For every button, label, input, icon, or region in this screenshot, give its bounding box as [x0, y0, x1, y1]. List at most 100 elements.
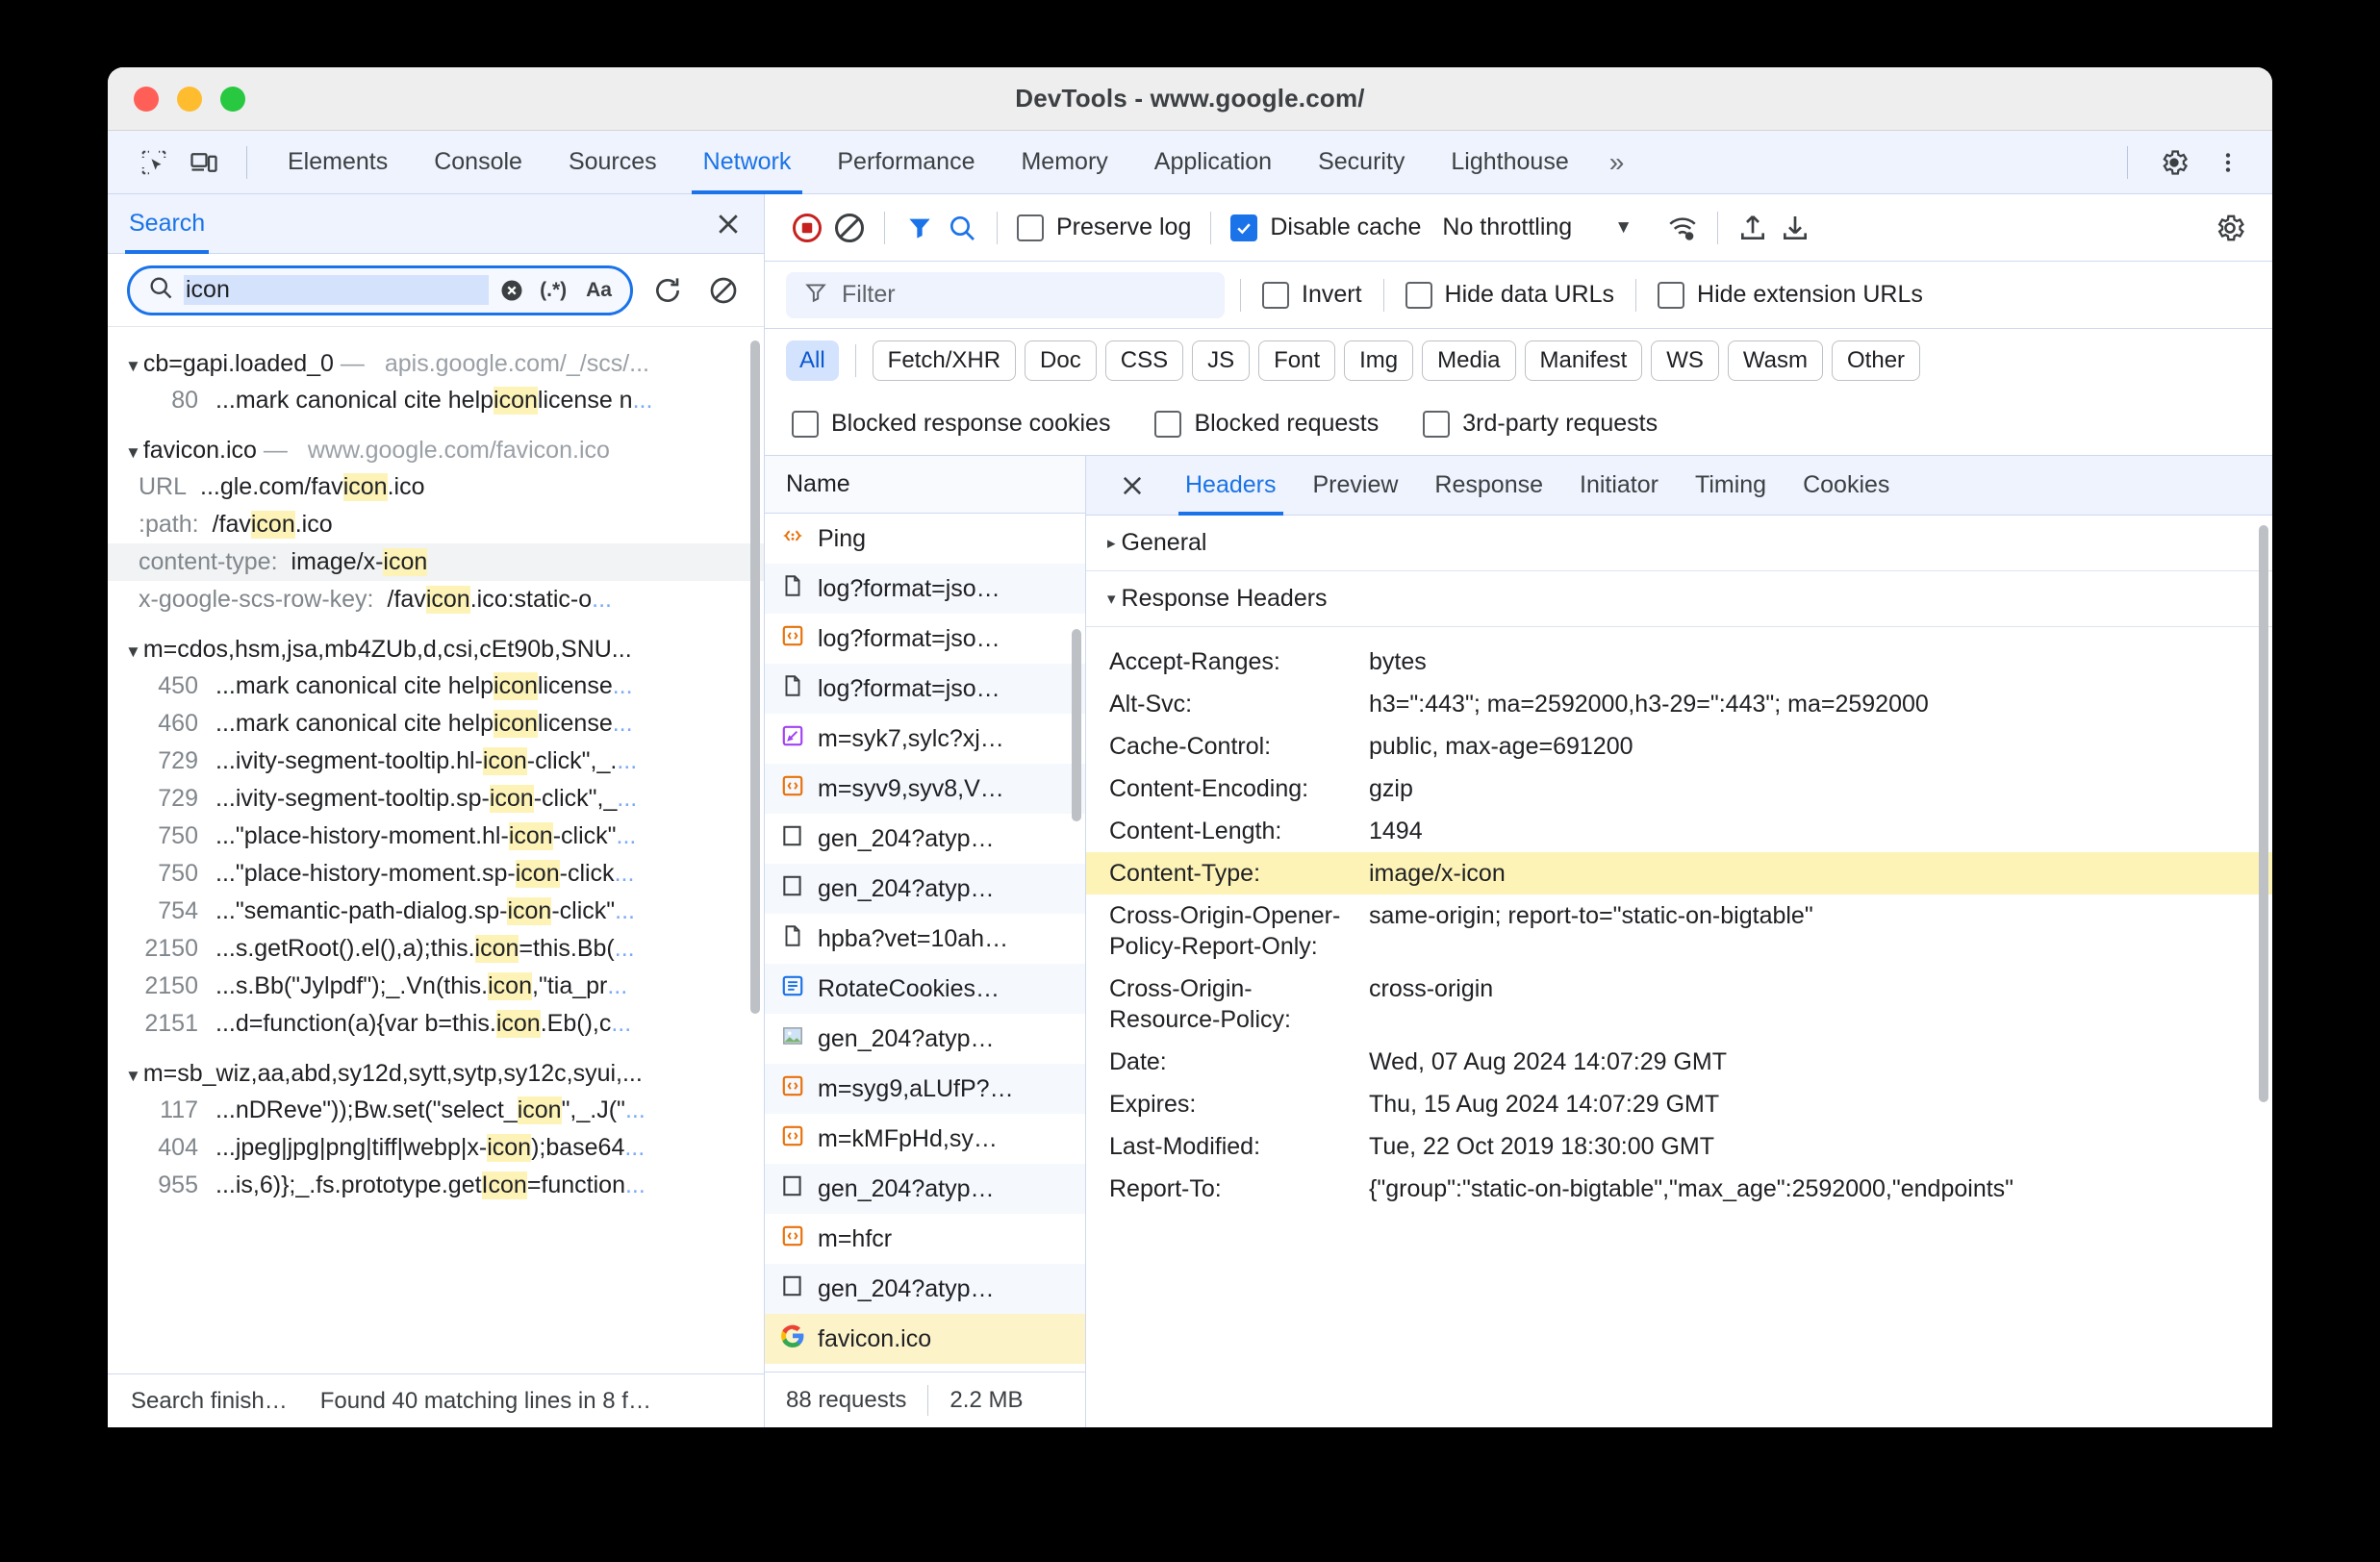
header-row[interactable]: Content-Encoding: gzip	[1086, 768, 2272, 810]
tab-search[interactable]: Search	[124, 194, 210, 254]
tab-sources[interactable]: Sources	[545, 131, 680, 194]
tab-performance[interactable]: Performance	[814, 131, 998, 194]
search-result-line[interactable]: 80 ...mark canonical cite help icon lice…	[108, 382, 764, 419]
table-row[interactable]: m=kMFpHd,sy…	[765, 1114, 1085, 1164]
close-panel-icon[interactable]	[1109, 472, 1155, 499]
search-group-header[interactable]: ▼ cb=gapi.loaded_0 — apis.google.com/_/s…	[108, 346, 764, 382]
third-party-requests-checkbox[interactable]: 3rd-party requests	[1417, 410, 1663, 438]
table-row[interactable]: m=syv9,syv8,V…	[765, 764, 1085, 814]
hide-data-urls-checkbox[interactable]: Hide data URLs	[1400, 281, 1620, 309]
headers-scrollbar[interactable]	[2259, 525, 2268, 1102]
search-result-line[interactable]: 754 ..."semantic-path-dialog.sp-icon -clic…	[108, 893, 764, 930]
inspect-element-icon[interactable]	[129, 138, 179, 188]
header-row[interactable]: Cache-Control: public, max-age=691200	[1086, 725, 2272, 768]
type-filter-wasm[interactable]: Wasm	[1727, 340, 1824, 381]
general-section-header[interactable]: ▸ General	[1086, 516, 2272, 571]
gear-icon[interactable]	[2149, 138, 2199, 188]
search-group-header[interactable]: ▼ m=sb_wiz,aa,abd,sy12d,sytt,sytp,sy12c,…	[108, 1056, 764, 1092]
table-row[interactable]: gen_204?atyp…	[765, 814, 1085, 864]
headers-content[interactable]: ▸ General ▾ Response Headers Accept-Rang…	[1086, 516, 2272, 1427]
search-result-line[interactable]: 450 ...mark canonical cite help icon lice…	[108, 668, 764, 705]
header-row[interactable]: Cross-Origin-Opener-Policy-Report-Only: s…	[1086, 894, 2272, 968]
response-headers-section-header[interactable]: ▾ Response Headers	[1086, 571, 2272, 627]
search-result-line[interactable]: 2150 ...s.getRoot().el(),a);this. icon =thi…	[108, 930, 764, 968]
header-row[interactable]: Expires: Thu, 15 Aug 2024 14:07:29 GMT	[1086, 1083, 2272, 1125]
request-list-scrollbar[interactable]	[1072, 629, 1081, 821]
record-stop-icon[interactable]	[786, 207, 828, 249]
table-row[interactable]: gen_204?atyp…	[765, 864, 1085, 914]
tab-lighthouse[interactable]: Lighthouse	[1428, 131, 1591, 194]
search-result-line[interactable]: 750 ..."place-history-moment.hl-icon -clic…	[108, 818, 764, 855]
hide-extension-urls-checkbox[interactable]: Hide extension URLs	[1652, 281, 1929, 309]
filter-funnel-icon[interactable]	[899, 207, 941, 249]
header-row[interactable]: Content-Length: 1494	[1086, 810, 2272, 852]
device-toolbar-icon[interactable]	[179, 138, 229, 188]
tab-headers[interactable]: Headers	[1167, 456, 1295, 516]
tab-preview[interactable]: Preview	[1295, 456, 1417, 516]
table-row[interactable]: m=syg9,aLUfP?…	[765, 1064, 1085, 1114]
tab-elements[interactable]: Elements	[265, 131, 411, 194]
request-rows[interactable]: Ping log?format=jso… log?format=jso… log…	[765, 514, 1085, 1372]
table-row[interactable]: log?format=jso…	[765, 564, 1085, 614]
column-header-name[interactable]: Name	[765, 456, 1085, 514]
search-result-line[interactable]: 460 ...mark canonical cite help icon lice…	[108, 705, 764, 743]
type-filter-font[interactable]: Font	[1258, 340, 1336, 381]
type-filter-media[interactable]: Media	[1422, 340, 1516, 381]
filter-input[interactable]: Filter	[786, 271, 1225, 318]
search-result-line[interactable]: 2150 ...s.Bb("Jylpdf");_.Vn(this. icon ,"ti…	[108, 968, 764, 1005]
more-tabs-icon[interactable]: »	[1592, 147, 1642, 178]
table-row[interactable]: RotateCookies…	[765, 964, 1085, 1014]
search-result-line[interactable]: content-type: image/x-icon	[108, 543, 764, 581]
kebab-menu-icon[interactable]	[2203, 138, 2253, 188]
export-har-icon[interactable]	[1774, 207, 1816, 249]
network-conditions-icon[interactable]	[1661, 207, 1704, 249]
type-filter-fetch-xhr[interactable]: Fetch/XHR	[872, 340, 1017, 381]
invert-checkbox[interactable]: Invert	[1256, 281, 1368, 309]
tab-memory[interactable]: Memory	[998, 131, 1130, 194]
search-result-line[interactable]: x-google-scs-row-key: /fav icon .ico:stati…	[108, 581, 764, 618]
search-result-line[interactable]: 2151 ...d=function(a){var b=this. icon .Eb(…	[108, 1005, 764, 1043]
type-filter-css[interactable]: CSS	[1104, 340, 1184, 381]
blocked-requests-checkbox[interactable]: Blocked requests	[1149, 410, 1384, 438]
header-row[interactable]: Alt-Svc: h3=":443"; ma=2592000,h3-29=":44…	[1086, 683, 2272, 725]
table-row[interactable]: gen_204?atyp…	[765, 1164, 1085, 1214]
tab-cookies[interactable]: Cookies	[1785, 456, 1908, 516]
import-har-icon[interactable]	[1732, 207, 1774, 249]
clear-network-icon[interactable]	[828, 207, 871, 249]
blocked-response-cookies-checkbox[interactable]: Blocked response cookies	[786, 410, 1116, 438]
search-group-header[interactable]: ▼ m=cdos,hsm,jsa,mb4ZUb,d,csi,cEt90b,SNU…	[108, 632, 764, 668]
header-row[interactable]: Last-Modified: Tue, 22 Oct 2019 18:30:00 …	[1086, 1125, 2272, 1168]
close-icon[interactable]	[714, 210, 743, 239]
table-row[interactable]: gen_204?atyp…	[765, 1014, 1085, 1064]
header-row[interactable]: Report-To: {"group":"static-on-bigtable",…	[1086, 1168, 2272, 1210]
tab-application[interactable]: Application	[1131, 131, 1295, 194]
search-result-line[interactable]: 117 ...nDReve"));Bw.set("select_ icon ",_.J…	[108, 1092, 764, 1129]
search-results-scrollbar[interactable]	[750, 340, 760, 1014]
table-row[interactable]: favicon.ico	[765, 1314, 1085, 1364]
table-row[interactable]: log?format=jso…	[765, 614, 1085, 664]
clear-search-icon[interactable]	[702, 269, 745, 312]
tab-timing[interactable]: Timing	[1677, 456, 1785, 516]
tab-security[interactable]: Security	[1295, 131, 1428, 194]
search-result-line[interactable]: 729 ...ivity-segment-tooltip.sp-icon -clic…	[108, 780, 764, 818]
refresh-icon[interactable]	[646, 269, 689, 312]
network-settings-gear-icon[interactable]	[2209, 207, 2251, 249]
type-filter-all[interactable]: All	[786, 340, 839, 381]
table-row[interactable]: log?format=jso…	[765, 664, 1085, 714]
header-row[interactable]: Date: Wed, 07 Aug 2024 14:07:29 GMT	[1086, 1041, 2272, 1083]
search-result-line[interactable]: 729 ...ivity-segment-tooltip.hl-icon -clic…	[108, 743, 764, 780]
type-filter-other[interactable]: Other	[1832, 340, 1921, 381]
type-filter-manifest[interactable]: Manifest	[1524, 340, 1643, 381]
table-row[interactable]: hpba?vet=10ah…	[765, 914, 1085, 964]
preserve-log-checkbox[interactable]: Preserve log	[1011, 214, 1197, 241]
table-row[interactable]: gen_204?atyp…	[765, 1264, 1085, 1314]
search-result-line[interactable]: URL ...gle.com/fav icon .ico	[108, 468, 764, 506]
clear-input-icon[interactable]	[498, 277, 525, 304]
search-icon[interactable]	[941, 207, 983, 249]
search-result-line[interactable]: :path: /fav icon .ico	[108, 506, 764, 543]
type-filter-doc[interactable]: Doc	[1025, 340, 1097, 381]
search-result-line[interactable]: 955 ...is,6)};_.fs.prototype.get Icon =func…	[108, 1167, 764, 1204]
match-case-toggle-button[interactable]: Aa	[581, 279, 617, 302]
search-input[interactable]: icon (.*) Aa	[127, 265, 633, 315]
table-row[interactable]: Ping	[765, 514, 1085, 564]
